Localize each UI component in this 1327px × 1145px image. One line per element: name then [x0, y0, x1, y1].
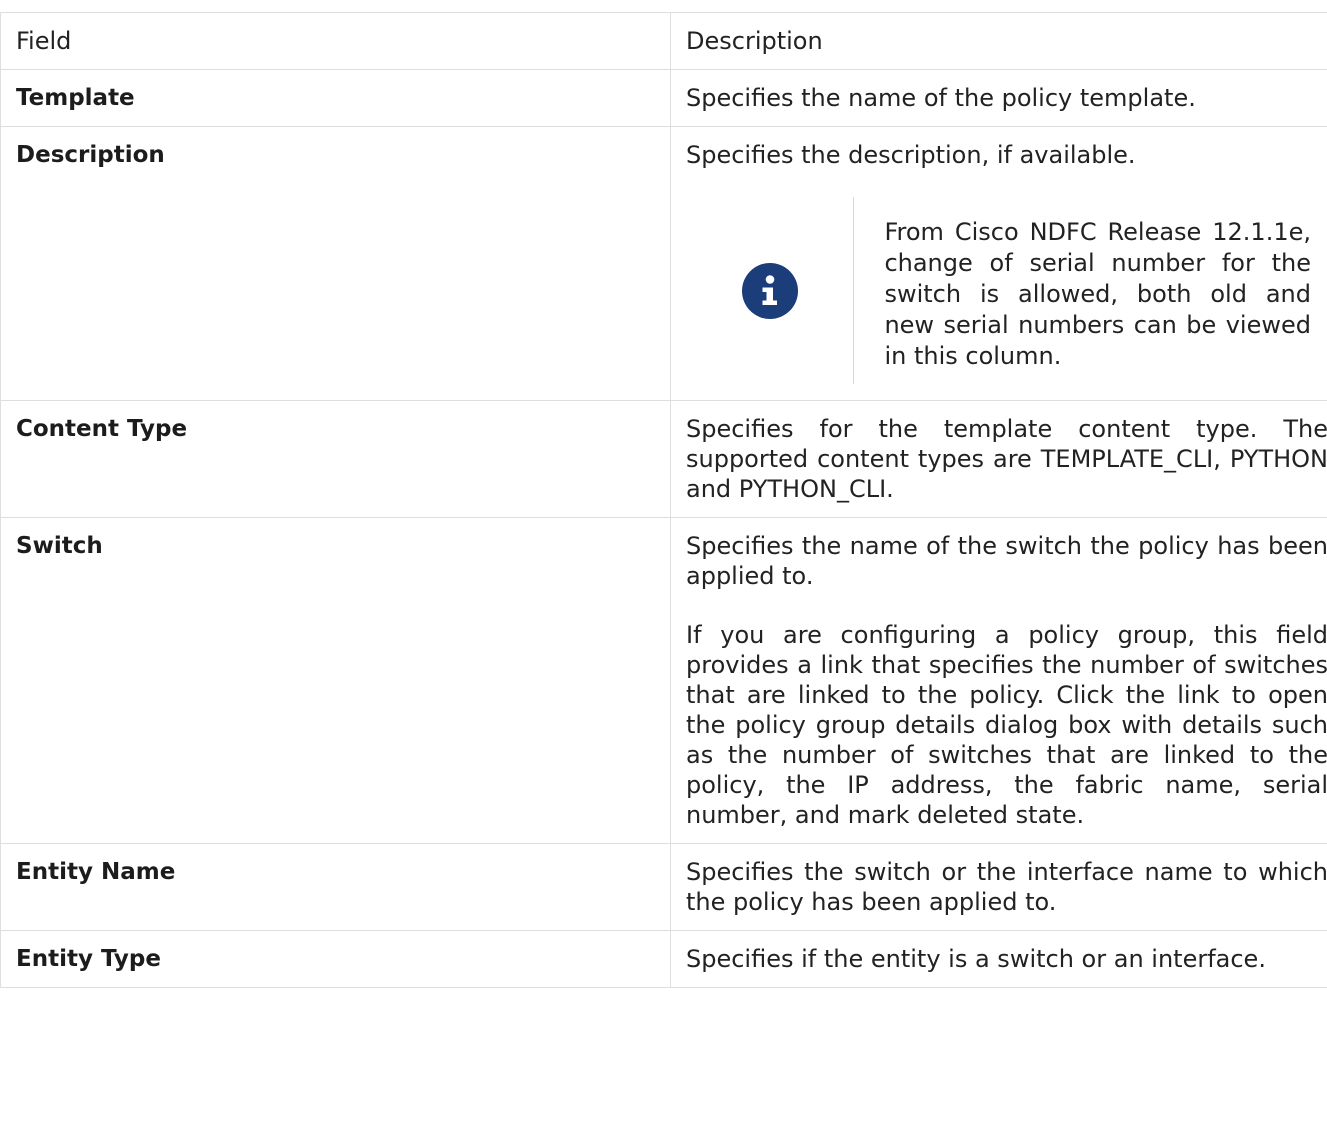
description-paragraph: Specifies if the entity is a switch or a…: [686, 945, 1266, 973]
description-paragraph: Specifies for the template content type.…: [686, 415, 1327, 503]
table-row-content-type: Content Type Specifies for the template …: [0, 400, 1327, 518]
note-admonition: From Cisco NDFC Release 12.1.1e, change …: [686, 197, 1327, 384]
table-row-description: Description Specifies the description, i…: [0, 126, 1327, 401]
description-paragraph: Specifies the name of the policy templat…: [686, 84, 1196, 112]
field-name: Switch: [0, 517, 671, 844]
table-row-switch: Switch Specifies the name of the switch …: [0, 517, 1327, 844]
policy-fields-table: Field Description Template Specifies the…: [0, 12, 1327, 988]
table-row-template: Template Specifies the name of the polic…: [0, 69, 1327, 127]
note-icon-cell: [686, 262, 853, 319]
table-header-row: Field Description: [0, 12, 1327, 70]
field-name: Entity Type: [0, 930, 671, 988]
description-paragraph: Specifies the description, if available.: [686, 141, 1136, 169]
field-description: Specifies the description, if available.…: [670, 126, 1327, 401]
description-paragraph: Specifies the switch or the interface na…: [686, 858, 1327, 916]
column-header-field: Field: [0, 12, 671, 70]
field-description: Specifies the name of the policy templat…: [670, 69, 1327, 127]
field-description: Specifies the name of the switch the pol…: [670, 517, 1327, 844]
field-description: Specifies for the template content type.…: [670, 400, 1327, 518]
field-description: Specifies if the entity is a switch or a…: [670, 930, 1327, 988]
field-name: Template: [0, 69, 671, 127]
table-row-entity-name: Entity Name Specifies the switch or the …: [0, 843, 1327, 931]
field-name: Entity Name: [0, 843, 671, 931]
field-description: Specifies the switch or the interface na…: [670, 843, 1327, 931]
field-name: Content Type: [0, 400, 671, 518]
info-icon: [741, 262, 798, 319]
description-paragraph: If you are configuring a policy group, t…: [686, 621, 1327, 829]
column-header-description: Description: [670, 12, 1327, 70]
table-row-entity-type: Entity Type Specifies if the entity is a…: [0, 930, 1327, 988]
description-paragraph: Specifies the name of the switch the pol…: [686, 532, 1327, 590]
note-text: From Cisco NDFC Release 12.1.1e, change …: [853, 197, 1327, 384]
policy-fields-document: Field Description Template Specifies the…: [0, 12, 1327, 988]
field-name: Description: [0, 126, 671, 401]
